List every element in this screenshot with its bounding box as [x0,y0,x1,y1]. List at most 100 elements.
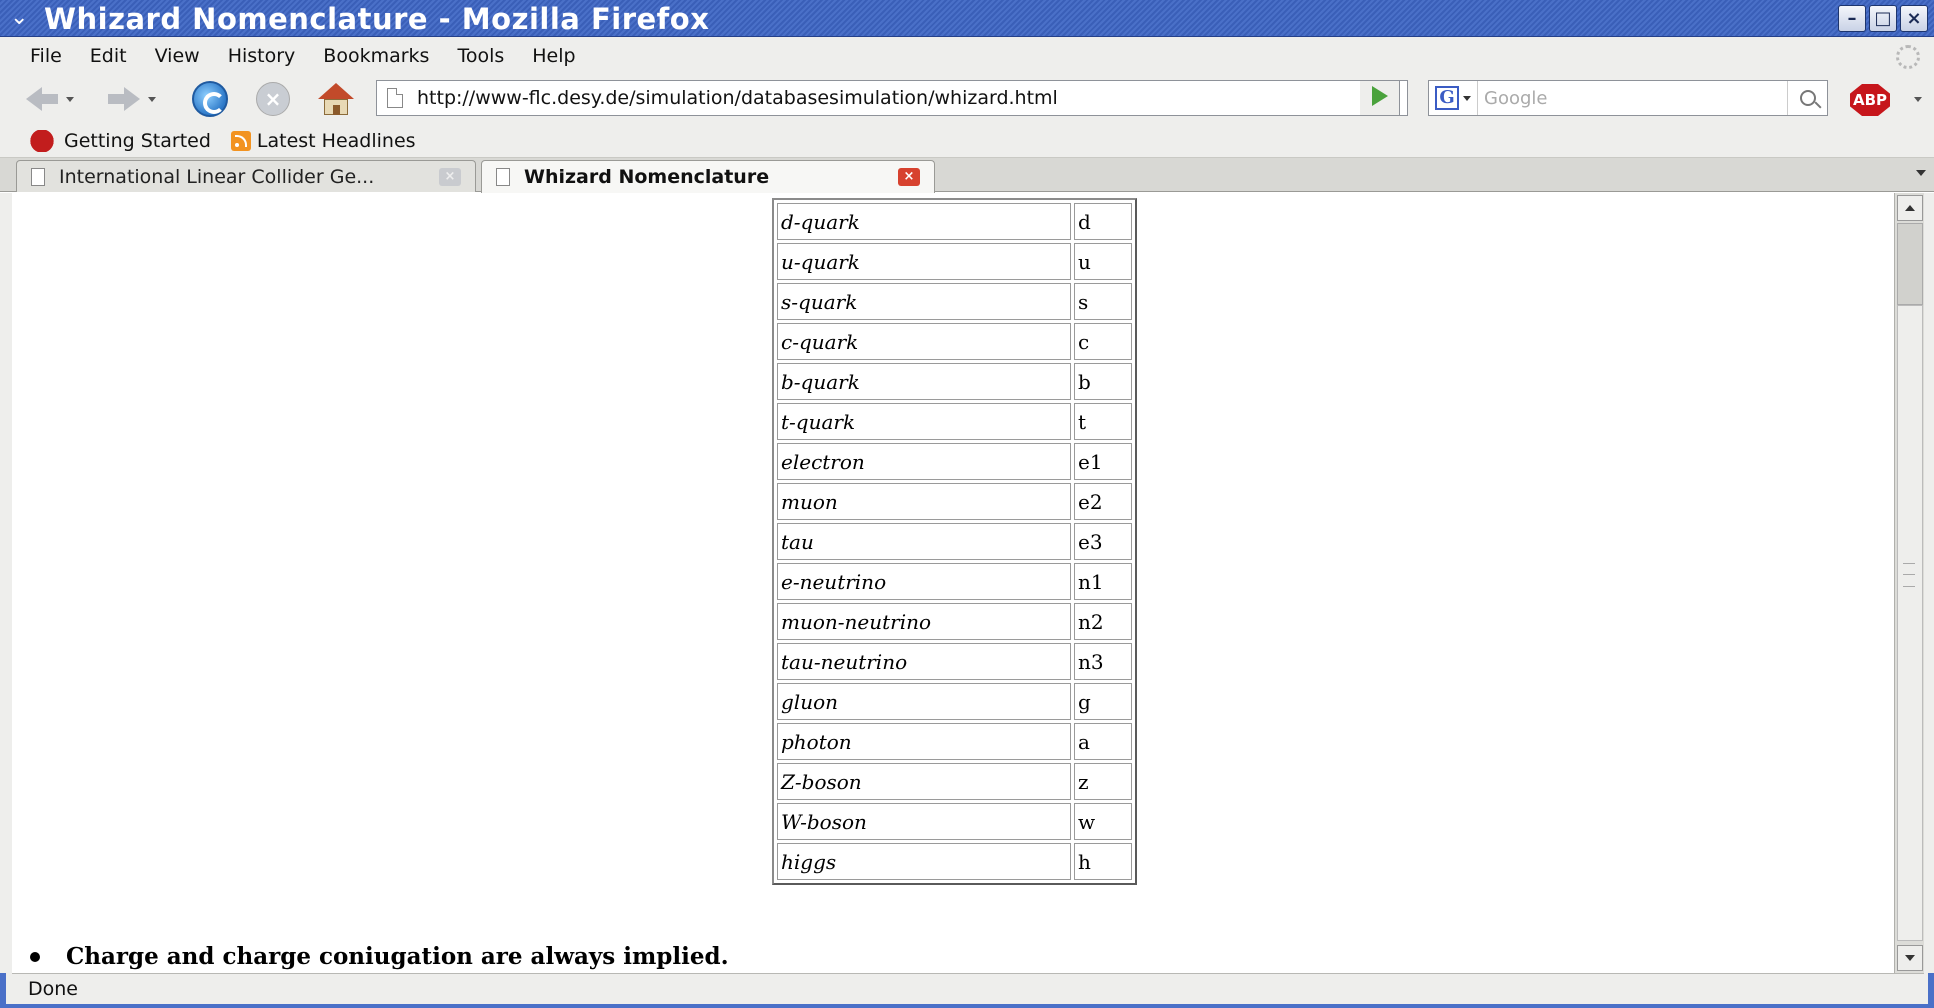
particle-code-cell: e1 [1074,443,1132,480]
scrollbar-grip-icon [1903,563,1915,587]
bookmark-label: Getting Started [64,130,211,152]
url-text[interactable]: http://www-flc.desy.de/simulation/databa… [417,87,1058,109]
particle-code-cell: g [1074,683,1132,720]
reload-icon [192,81,228,117]
go-arrow-icon[interactable] [1372,86,1388,106]
menu-tools[interactable]: Tools [443,45,518,67]
particle-code-cell: e3 [1074,523,1132,560]
throbber-icon [1896,45,1920,69]
particle-code-cell: b [1074,363,1132,400]
particle-name-cell: tau [777,523,1071,560]
particle-name-cell: e-neutrino [777,563,1071,600]
adblock-menu-dropdown-icon[interactable] [1914,97,1922,102]
window-frame-corner-left [0,973,6,1008]
particle-name-cell: tau-neutrino [777,643,1071,680]
menu-history[interactable]: History [214,45,310,67]
status-bar: Done [12,973,1924,1004]
particle-name-cell: d-quark [777,203,1071,240]
table-row: tau e3 [777,523,1132,560]
tab-list-dropdown-icon[interactable] [1916,170,1926,176]
tab-close-icon[interactable]: × [898,168,920,186]
minimize-button[interactable]: – [1838,5,1866,32]
table-row: s-quark s [777,283,1132,320]
window-frame-bottom [0,1004,1934,1008]
menu-view[interactable]: View [141,45,214,67]
scrollbar-thumb[interactable] [1897,305,1923,941]
table-row: e-neutrino n1 [777,563,1132,600]
particle-name-cell: muon [777,483,1071,520]
tab-whizard-nomenclature[interactable]: Whizard Nomenclature × [481,160,935,193]
vertical-scrollbar[interactable] [1894,193,1924,973]
close-button[interactable]: × [1900,5,1928,32]
particle-name-cell: s-quark [777,283,1071,320]
tab-international-linear-collider[interactable]: International Linear Collider Ge... × [16,160,476,192]
table-row: gluon g [777,683,1132,720]
back-history-dropdown-icon[interactable] [66,96,74,102]
table-row: t-quark t [777,403,1132,440]
window-frame-left [0,193,12,1008]
particle-code-cell: c [1074,323,1132,360]
title-bar: ⌄ Whizard Nomenclature - Mozilla Firefox… [0,0,1934,37]
scroll-track-upper[interactable] [1897,223,1923,305]
maximize-button[interactable]: □ [1869,5,1897,32]
page-content: d-quark d u-quark u s-quark s c-quark c b-quark b… [12,193,1894,973]
note-list-item: Charge and charge coniugation are always… [30,943,729,970]
firefox-icon [30,130,60,152]
note-text: Charge and charge coniugation are always… [66,943,729,970]
stop-icon: × [256,82,290,116]
particle-code-cell: e2 [1074,483,1132,520]
scroll-down-button[interactable] [1897,945,1923,971]
table-row: d-quark d [777,203,1132,240]
bookmark-getting-started[interactable]: Getting Started [30,130,211,152]
particle-code-cell: u [1074,243,1132,280]
page-icon [31,167,45,186]
home-button[interactable] [318,81,354,117]
bullet-icon [30,951,40,962]
reload-button[interactable] [192,81,228,117]
search-bar: G [1428,80,1828,116]
tab-label: Whizard Nomenclature [524,166,770,188]
particle-name-cell: photon [777,723,1071,760]
table-row: tau-neutrino n3 [777,643,1132,680]
tab-label: International Linear Collider Ge... [59,165,375,188]
rss-feed-icon [230,131,251,151]
menu-file[interactable]: File [16,45,76,67]
table-row: muon e2 [777,483,1132,520]
back-button[interactable] [26,81,74,117]
menu-edit[interactable]: Edit [76,45,141,67]
search-engine-selector[interactable]: G [1429,81,1478,115]
chevron-down-icon [1905,955,1915,961]
search-button[interactable] [1787,81,1827,115]
particle-name-cell: c-quark [777,323,1071,360]
table-row: u-quark u [777,243,1132,280]
particle-nomenclature-table: d-quark d u-quark u s-quark s c-quark c b-quark b… [772,198,1137,885]
tab-close-icon[interactable]: × [439,168,461,186]
magnifier-icon [1799,90,1816,106]
scroll-up-button[interactable] [1897,195,1923,221]
search-input[interactable] [1478,87,1758,109]
forward-button[interactable] [108,81,156,117]
navigation-toolbar: × http://www-flc.desy.de/simulation/data… [0,75,1934,125]
menu-bookmarks[interactable]: Bookmarks [309,45,443,67]
stop-button[interactable]: × [256,81,290,117]
bookmarks-toolbar: Getting Started Latest Headlines [0,125,1934,158]
adblock-plus-button[interactable]: ABP [1850,84,1890,116]
home-icon [318,81,354,117]
particle-code-cell: n3 [1074,643,1132,680]
menu-help[interactable]: Help [518,45,589,67]
particle-code-cell: s [1074,283,1132,320]
particle-code-cell: a [1074,723,1132,760]
forward-history-dropdown-icon[interactable] [148,96,156,102]
window-menu-icon[interactable]: ⌄ [10,6,34,30]
particle-table-body: d-quark d u-quark u s-quark s c-quark c b-quark b… [777,203,1132,880]
forward-arrow-icon [124,87,140,111]
particle-code-cell: z [1074,763,1132,800]
address-bar[interactable]: http://www-flc.desy.de/simulation/databa… [376,80,1408,116]
bookmark-latest-headlines[interactable]: Latest Headlines [230,130,416,152]
back-arrow-icon [26,87,42,111]
table-row: c-quark c [777,323,1132,360]
table-row: W-boson w [777,803,1132,840]
window-frame-corner-right [1928,973,1934,1008]
table-row: b-quark b [777,363,1132,400]
page-icon [387,88,403,108]
